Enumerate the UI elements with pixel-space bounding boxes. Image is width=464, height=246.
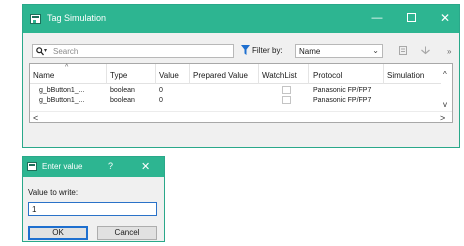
filter-select[interactable]: Name ⌄ [295,44,383,58]
value-input[interactable]: 1 [28,202,157,216]
cell-protocol: Panasonic FP/FP7 [313,97,372,104]
vertical-scrollbar[interactable]: ^ v [441,64,453,111]
value-label: Value to write: [28,188,79,197]
title-bar[interactable]: Tag Simulation — ✕ [23,5,459,33]
cell-type: boolean [110,87,135,94]
search-icon [36,47,44,56]
help-button[interactable]: ? [108,161,113,171]
cell-name: g_bButton1_... [39,97,85,104]
chevron-down-icon: ⌄ [372,46,379,55]
search-placeholder: Search [53,47,79,56]
maximize-button[interactable] [403,11,419,25]
table-row[interactable]: g_bButton1_... boolean 0 Panasonic FP/FP… [30,96,441,105]
grid-header: ^ Name Type Value Prepared Value WatchLi… [30,64,441,84]
column-header-type[interactable]: Type [110,71,127,80]
search-dropdown-icon[interactable]: ▾ [44,47,47,54]
ok-button[interactable]: OK [28,226,88,240]
window-title: Tag Simulation [47,13,107,23]
maximize-icon [406,13,416,22]
tag-simulation-window: Tag Simulation — ✕ ▾ Search Filter by: N… [22,4,460,148]
filter-icon[interactable] [241,45,250,55]
scroll-right-icon[interactable]: > [440,113,445,123]
column-header-watchlist[interactable]: WatchList [262,71,297,80]
column-header-value[interactable]: Value [159,71,179,80]
enter-value-dialog: Enter value ? ✕ Value to write: 1 OK Can… [22,156,165,242]
filter-label: Filter by: [252,46,283,55]
cell-protocol: Panasonic FP/FP7 [313,87,372,94]
dialog-close-button[interactable]: ✕ [141,160,150,173]
scroll-down-icon[interactable]: v [443,100,447,109]
close-button[interactable]: ✕ [437,11,453,25]
cell-value: 0 [159,97,163,104]
cell-name: g_bButton1_... [39,87,85,94]
dialog-app-icon [27,162,37,171]
table-row[interactable]: g_bButton1_... boolean 0 Panasonic FP/FP… [30,86,441,95]
column-header-simulation[interactable]: Simulation [387,71,424,80]
filter-value: Name [299,47,321,56]
cell-value: 0 [159,87,163,94]
value-input-text: 1 [32,205,37,214]
minimize-button[interactable]: — [369,11,385,25]
dialog-title: Enter value [42,162,83,171]
save-icon[interactable] [421,46,430,57]
column-header-prepared-value[interactable]: Prepared Value [193,71,248,80]
dialog-title-bar[interactable]: Enter value ? ✕ [23,157,164,177]
scroll-left-icon[interactable]: < [33,113,38,123]
scroll-up-icon[interactable]: ^ [443,70,447,79]
column-header-name[interactable]: Name [33,71,54,80]
more-icon[interactable]: » [447,47,452,56]
sort-indicator-icon: ^ [65,64,69,71]
tag-grid: ^ Name Type Value Prepared Value WatchLi… [29,63,453,123]
cell-type: boolean [110,97,135,104]
horizontal-scrollbar[interactable]: < > [30,111,452,123]
column-header-protocol[interactable]: Protocol [313,71,342,80]
import-icon[interactable] [399,46,407,57]
app-icon [30,14,41,24]
watchlist-checkbox[interactable] [282,96,291,104]
search-input[interactable]: ▾ Search [32,44,234,58]
watchlist-checkbox[interactable] [282,86,291,94]
cancel-button[interactable]: Cancel [97,226,157,240]
